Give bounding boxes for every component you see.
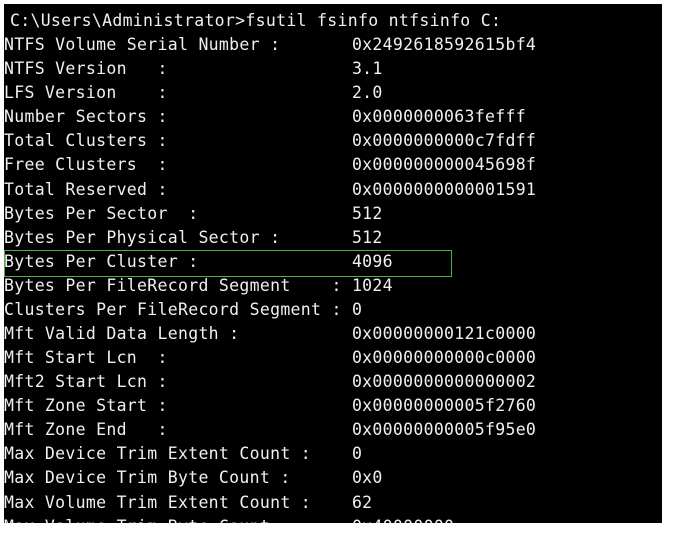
row-label: Max Volume Trim Byte Count : [4,515,352,527]
row-label: NTFS Version : [4,57,352,81]
row-label: Bytes Per Cluster : [4,250,352,274]
row-value: 2.0 [352,81,383,105]
output-row: Mft2 Start Lcn : 0x0000000000000002 [4,370,662,394]
output-row: NTFS Version : 3.1 [4,57,662,81]
row-value: 0x00000000005f95e0 [352,418,536,442]
output-row: LFS Version : 2.0 [4,81,662,105]
row-value: 0x0 [352,466,383,490]
output-row: Total Reserved : 0x0000000000001591 [4,178,662,202]
row-label: Mft2 Start Lcn : [4,370,352,394]
row-label: Number Sectors : [4,105,352,129]
command-output: NTFS Volume Serial Number : 0x2492618592… [4,33,662,527]
row-label: Max Device Trim Extent Count : [4,442,352,466]
output-row: Number Sectors : 0x0000000063fefff [4,105,662,129]
output-row: Clusters Per FileRecord Segment : 0 [4,298,662,322]
row-value: 0x0000000000c7fdff [352,129,536,153]
command-prompt: C:\Users\Administrator>fsutil fsinfo ntf… [4,4,662,33]
row-value: 0 [352,298,362,322]
row-value: 0x00000000005f2760 [352,394,536,418]
row-label: Free Clusters : [4,153,352,177]
row-label: NTFS Volume Serial Number : [4,33,352,57]
row-label: Bytes Per FileRecord Segment : [4,274,352,298]
output-row: Mft Zone End : 0x00000000005f95e0 [4,418,662,442]
row-value: 1024 [352,274,393,298]
output-row: Bytes Per Cluster : 4096 [4,250,662,274]
row-value: 0x00000000121c0000 [352,322,536,346]
row-label: Max Volume Trim Extent Count : [4,491,352,515]
output-row: Bytes Per Sector : 512 [4,202,662,226]
row-label: Max Device Trim Byte Count : [4,466,352,490]
row-value: 512 [352,226,383,250]
prompt-path: C:\Users\Administrator> [10,11,245,30]
row-value: 62 [352,491,372,515]
command-text: fsutil fsinfo ntfsinfo C: [245,11,501,30]
row-value: 4096 [352,250,393,274]
output-row: Mft Start Lcn : 0x00000000000c0000 [4,346,662,370]
row-label: Clusters Per FileRecord Segment : [4,298,352,322]
row-label: Total Reserved : [4,178,352,202]
row-label: LFS Version : [4,81,352,105]
output-row: Mft Valid Data Length : 0x00000000121c00… [4,322,662,346]
output-row: Total Clusters : 0x0000000000c7fdff [4,129,662,153]
output-row: Max Device Trim Extent Count : 0 [4,442,662,466]
row-label: Mft Zone End : [4,418,352,442]
row-label: Mft Valid Data Length : [4,322,352,346]
output-row: Max Volume Trim Byte Count : 0x40000000 [4,515,662,527]
row-value: 0x0000000063fefff [352,105,526,129]
output-row: Max Device Trim Byte Count : 0x0 [4,466,662,490]
row-value: 3.1 [352,57,383,81]
output-row: Bytes Per Physical Sector : 512 [4,226,662,250]
row-value: 0x0000000000000002 [352,370,536,394]
row-value: 0x00000000000c0000 [352,346,536,370]
row-value: 0 [352,442,362,466]
row-value: 512 [352,202,383,226]
output-row: Mft Zone Start : 0x00000000005f2760 [4,394,662,418]
output-row: Max Volume Trim Extent Count : 62 [4,491,662,515]
row-label: Mft Zone Start : [4,394,352,418]
row-value: 0x0000000000001591 [352,178,536,202]
terminal-window: C:\Users\Administrator>fsutil fsinfo ntf… [0,0,666,527]
row-label: Mft Start Lcn : [4,346,352,370]
output-row: NTFS Volume Serial Number : 0x2492618592… [4,33,662,57]
output-row: Bytes Per FileRecord Segment : 1024 [4,274,662,298]
row-value: 0x000000000045698f [352,153,536,177]
row-value: 0x40000000 [352,515,454,527]
row-label: Bytes Per Physical Sector : [4,226,352,250]
row-label: Total Clusters : [4,129,352,153]
row-value: 0x2492618592615bf4 [352,33,536,57]
row-label: Bytes Per Sector : [4,202,352,226]
output-row: Free Clusters : 0x000000000045698f [4,153,662,177]
